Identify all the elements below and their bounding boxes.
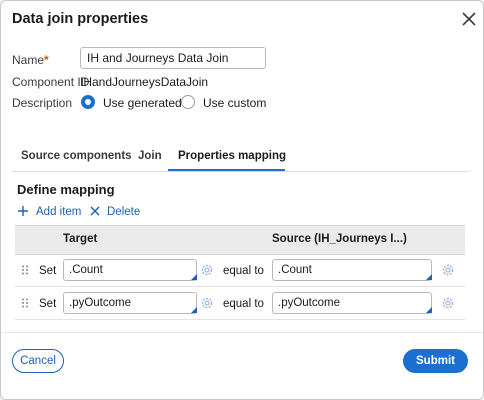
radio-use-custom[interactable] bbox=[181, 95, 195, 109]
add-item-button[interactable]: Add item bbox=[36, 206, 81, 218]
source-field[interactable] bbox=[272, 292, 432, 314]
name-label-text: Name bbox=[12, 53, 45, 67]
required-mark: * bbox=[44, 53, 49, 67]
gear-icon[interactable] bbox=[441, 263, 455, 277]
gear-icon[interactable] bbox=[200, 296, 214, 310]
table-grip-column-header bbox=[15, 225, 33, 255]
column-header-target: Target bbox=[63, 233, 98, 245]
radio-use-generated-label[interactable]: Use generated bbox=[103, 96, 182, 110]
row-divider bbox=[15, 286, 465, 287]
target-field[interactable] bbox=[63, 259, 197, 281]
column-header-source: Source (IH_Journeys I...) bbox=[272, 233, 407, 245]
row-set-label: Set bbox=[39, 298, 57, 310]
row-divider bbox=[15, 319, 465, 320]
delete-x-icon[interactable] bbox=[89, 205, 101, 217]
field-corner-marker bbox=[426, 307, 432, 313]
target-field[interactable] bbox=[63, 292, 197, 314]
field-corner-marker bbox=[191, 307, 197, 313]
field-corner-marker bbox=[191, 274, 197, 280]
operator-label: equal to bbox=[223, 265, 264, 277]
dialog-title: Data join properties bbox=[12, 11, 149, 27]
row-set-label: Set bbox=[39, 265, 57, 277]
delete-button[interactable]: Delete bbox=[107, 206, 140, 218]
close-icon[interactable] bbox=[459, 9, 479, 29]
tab-join[interactable]: Join bbox=[138, 150, 162, 162]
source-field[interactable] bbox=[272, 259, 432, 281]
component-id-value: IHandJourneysDataJoin bbox=[80, 75, 209, 89]
section-title: Define mapping bbox=[17, 182, 115, 197]
footer-divider bbox=[2, 332, 482, 333]
name-input[interactable] bbox=[80, 47, 266, 69]
cancel-button[interactable]: Cancel bbox=[12, 349, 64, 373]
gear-icon[interactable] bbox=[441, 296, 455, 310]
name-label: Name* bbox=[12, 53, 49, 67]
drag-handle-icon[interactable] bbox=[21, 298, 29, 308]
operator-label: equal to bbox=[223, 298, 264, 310]
drag-handle-icon[interactable] bbox=[21, 265, 29, 275]
radio-use-custom-label[interactable]: Use custom bbox=[203, 96, 266, 110]
active-tab-indicator bbox=[168, 169, 285, 171]
field-corner-marker bbox=[426, 274, 432, 280]
radio-use-generated[interactable] bbox=[81, 95, 95, 109]
tab-source-components[interactable]: Source components bbox=[21, 150, 132, 162]
tab-divider bbox=[12, 171, 469, 172]
submit-button[interactable]: Submit bbox=[403, 349, 468, 373]
gear-icon[interactable] bbox=[200, 263, 214, 277]
plus-icon[interactable] bbox=[17, 205, 29, 217]
description-label: Description bbox=[12, 96, 73, 110]
component-id-label: Component ID bbox=[12, 75, 90, 89]
tab-properties-mapping[interactable]: Properties mapping bbox=[178, 150, 286, 162]
data-join-properties-dialog: Data join properties Name* Component ID … bbox=[0, 0, 484, 400]
